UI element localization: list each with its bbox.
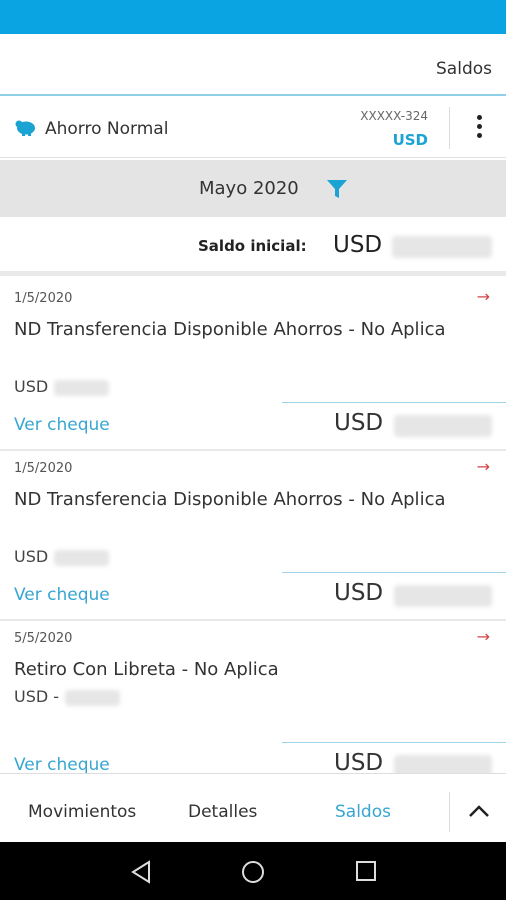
transaction-date: 1/5/2020	[14, 461, 73, 476]
balance-currency: USD	[334, 410, 384, 436]
transaction-amount: USD -	[14, 687, 121, 706]
divider	[449, 107, 450, 149]
account-bar[interactable]: Ahorro Normal XXXXX-324 USD	[0, 98, 506, 158]
account-currency: USD	[392, 131, 428, 149]
arrow-right-icon: →	[476, 457, 490, 476]
arrow-right-icon: →	[476, 287, 490, 306]
recents-icon[interactable]	[355, 860, 377, 882]
ver-cheque-link[interactable]: Ver cheque	[14, 585, 110, 605]
chevron-up-icon[interactable]	[467, 802, 491, 820]
back-icon[interactable]	[130, 860, 152, 884]
initial-balance-label: Saldo inicial:	[198, 237, 307, 255]
transaction-description: ND Transferencia Disponible Ahorros - No…	[14, 489, 446, 510]
tab-movimientos[interactable]: Movimientos	[28, 802, 136, 822]
divider	[282, 402, 506, 403]
balance-currency: USD	[334, 580, 384, 606]
divider	[282, 572, 506, 573]
redacted-amount	[394, 585, 492, 607]
filter-icon[interactable]	[326, 178, 348, 200]
initial-balance-currency: USD	[333, 232, 383, 258]
system-nav-bar	[0, 842, 506, 900]
piggy-bank-icon	[15, 120, 35, 136]
transaction-row[interactable]: 1/5/2020 → ND Transferencia Disponible A…	[0, 281, 506, 451]
account-name: Ahorro Normal	[45, 119, 169, 139]
transaction-date: 5/5/2020	[14, 631, 73, 646]
transaction-row[interactable]: 5/5/2020 → Retiro Con Libreta - No Aplic…	[0, 621, 506, 791]
month-label: Mayo 2020	[199, 178, 299, 199]
divider	[449, 792, 450, 832]
redacted-amount	[394, 415, 492, 437]
transaction-amount: USD	[14, 377, 110, 396]
status-bar	[0, 0, 506, 34]
bottom-tab-bar: Movimientos Detalles Saldos	[0, 773, 506, 842]
arrow-right-icon: →	[476, 627, 490, 646]
top-header: Saldos	[0, 34, 506, 96]
initial-balance-row: Saldo inicial: USD	[0, 218, 506, 276]
page-title: Saldos	[436, 59, 492, 79]
ver-cheque-link[interactable]: Ver cheque	[14, 415, 110, 435]
month-filter-bar[interactable]: Mayo 2020	[0, 160, 506, 217]
home-icon[interactable]	[241, 860, 265, 884]
redacted-amount	[392, 236, 492, 258]
transaction-row[interactable]: 1/5/2020 → ND Transferencia Disponible A…	[0, 451, 506, 621]
account-number: XXXXX-324	[360, 109, 428, 123]
tab-detalles[interactable]: Detalles	[188, 802, 257, 822]
transaction-date: 1/5/2020	[14, 291, 73, 306]
ver-cheque-link[interactable]: Ver cheque	[14, 755, 110, 775]
transaction-amount: USD	[14, 547, 110, 566]
transaction-description: Retiro Con Libreta - No Aplica	[14, 659, 279, 680]
divider	[282, 742, 506, 743]
transaction-description: ND Transferencia Disponible Ahorros - No…	[14, 319, 446, 340]
tab-saldos[interactable]: Saldos	[335, 802, 391, 822]
more-vert-icon[interactable]	[466, 112, 492, 144]
